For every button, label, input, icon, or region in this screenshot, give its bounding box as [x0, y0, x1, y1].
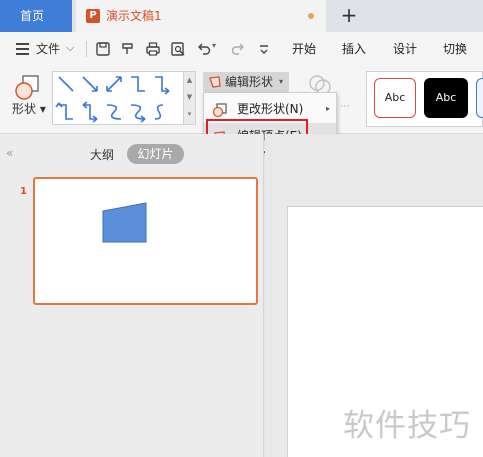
- slide-number: 1: [20, 186, 27, 197]
- more-icon[interactable]: [256, 41, 272, 57]
- gallery-scrollbar[interactable]: ▲ ▼ ▾: [184, 71, 196, 125]
- submenu-arrow-icon: ▸: [325, 104, 330, 113]
- undo-icon[interactable]: [196, 41, 212, 57]
- thumbnail-shape: [102, 202, 147, 243]
- shapes-label: 形状: [12, 102, 37, 116]
- divider: [86, 41, 87, 57]
- chevron-down-icon[interactable]: ⌵: [66, 41, 74, 55]
- style-preset-outline[interactable]: Abc: [374, 78, 416, 118]
- scroll-down-icon[interactable]: ▼: [184, 89, 195, 106]
- undo-dropdown-icon[interactable]: ▾: [212, 41, 216, 50]
- watermark-text: 软件技巧: [343, 408, 471, 444]
- print-preview-icon[interactable]: [170, 41, 186, 57]
- slides-pane: « 大纲 幻灯片 1: [0, 134, 264, 457]
- tab-bar: 首页 P 演示文稿1 +: [0, 0, 483, 32]
- style-preset-blue[interactable]: [476, 78, 483, 118]
- new-tab-button[interactable]: +: [338, 4, 360, 26]
- menu-insert[interactable]: 插入: [342, 32, 366, 66]
- format-painter-icon[interactable]: [120, 41, 136, 57]
- connector-shapes-icon[interactable]: [53, 72, 185, 126]
- menu-icon[interactable]: [16, 43, 29, 55]
- menu-home[interactable]: 开始: [292, 32, 316, 66]
- collapse-pane-icon[interactable]: «: [6, 146, 13, 160]
- chevron-down-icon: ▾: [279, 77, 284, 86]
- style-preset-black[interactable]: Abc: [424, 78, 468, 118]
- scroll-up-icon[interactable]: ▲: [184, 72, 195, 89]
- tab-document[interactable]: P 演示文稿1: [76, 0, 326, 32]
- tab-slides[interactable]: 幻灯片: [127, 144, 184, 164]
- gallery-expand-icon[interactable]: ▾: [184, 106, 195, 123]
- edit-shape-label: 编辑形状: [225, 75, 274, 89]
- menu-transition[interactable]: 切换: [443, 32, 467, 66]
- print-icon[interactable]: [145, 41, 161, 57]
- more-dots-icon: ⋯: [340, 101, 350, 112]
- presentation-file-icon: P: [86, 9, 100, 23]
- connector-gallery[interactable]: [52, 71, 184, 125]
- edit-shape-button[interactable]: 编辑形状 ▾: [203, 72, 289, 92]
- document-title: 演示文稿1: [106, 9, 162, 23]
- file-menu[interactable]: 文件: [36, 32, 60, 66]
- shapes-icon[interactable]: [14, 74, 42, 102]
- redo-icon[interactable]: [230, 41, 246, 57]
- shapes-button[interactable]: 形状 ▾: [12, 100, 46, 118]
- menu-bar: 文件 ⌵ ▾ 开始 插入 设计 切换: [0, 32, 483, 66]
- tab-home[interactable]: 首页: [0, 0, 72, 32]
- change-shape-icon: [212, 103, 227, 118]
- save-icon[interactable]: [95, 41, 111, 57]
- tab-outline[interactable]: 大纲: [90, 146, 114, 163]
- slide-thumbnail[interactable]: [33, 177, 258, 305]
- unsaved-dot-icon: [308, 13, 314, 19]
- menu-design[interactable]: 设计: [393, 32, 417, 66]
- edit-shape-icon: [209, 76, 221, 88]
